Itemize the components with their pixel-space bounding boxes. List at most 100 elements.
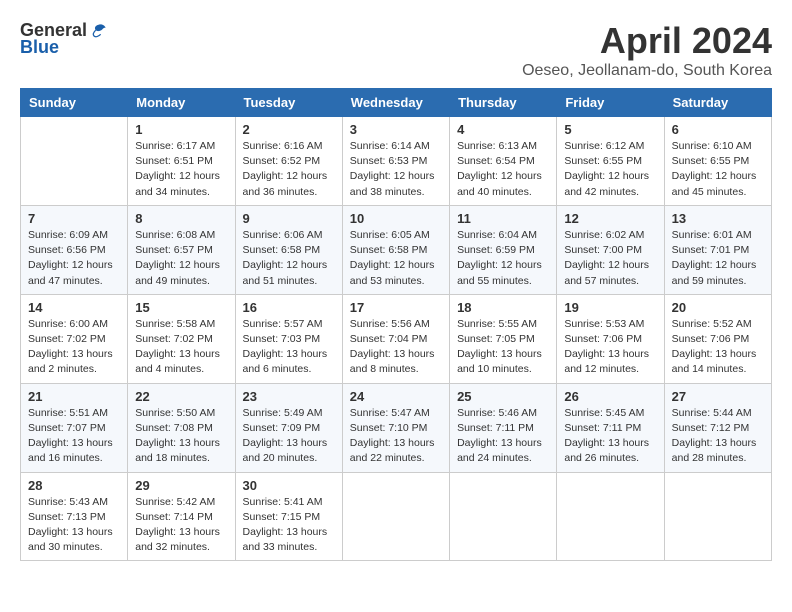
day-info: Sunrise: 5:50 AM Sunset: 7:08 PM Dayligh… xyxy=(135,406,227,467)
day-info: Sunrise: 6:10 AM Sunset: 6:55 PM Dayligh… xyxy=(672,139,764,200)
day-number: 6 xyxy=(672,122,764,137)
day-number: 5 xyxy=(564,122,656,137)
calendar-cell: 10Sunrise: 6:05 AM Sunset: 6:58 PM Dayli… xyxy=(342,205,449,294)
calendar-cell: 18Sunrise: 5:55 AM Sunset: 7:05 PM Dayli… xyxy=(450,294,557,383)
calendar-cell: 23 Sunrise: 5:49 AM Sunset: 7:09 PM Dayli… xyxy=(235,383,342,472)
day-number: 26 xyxy=(564,389,656,404)
calendar-cell: 1Sunrise: 6:17 AM Sunset: 6:51 PM Daylig… xyxy=(128,117,235,206)
calendar-cell: 14 Sunrise: 6:00 AM Sunset: 7:02 PM Dayli… xyxy=(21,294,128,383)
day-info: Sunrise: 5:55 AM Sunset: 7:05 PM Dayligh… xyxy=(457,317,549,378)
day-number: 28 xyxy=(28,478,120,493)
calendar-week-row: 7 Sunrise: 6:09 AM Sunset: 6:56 PM Daylig… xyxy=(21,205,772,294)
calendar-cell: 12 Sunrise: 6:02 AM Sunset: 7:00 PM Dayli… xyxy=(557,205,664,294)
logo-blue-text: Blue xyxy=(20,37,59,58)
logo-bird-icon xyxy=(89,21,109,41)
day-number: 19 xyxy=(564,300,656,315)
day-number: 2 xyxy=(243,122,335,137)
day-info: Sunrise: 5:46 AM Sunset: 7:11 PM Dayligh… xyxy=(457,406,549,467)
calendar-week-row: 21 Sunrise: 5:51 AM Sunset: 7:07 PM Dayli… xyxy=(21,383,772,472)
day-number: 25 xyxy=(457,389,549,404)
calendar-cell: 19 Sunrise: 5:53 AM Sunset: 7:06 PM Dayli… xyxy=(557,294,664,383)
calendar-cell: 11 Sunrise: 6:04 AM Sunset: 6:59 PM Dayli… xyxy=(450,205,557,294)
header-day-sunday: Sunday xyxy=(21,89,128,117)
calendar-cell: 8Sunrise: 6:08 AM Sunset: 6:57 PM Daylig… xyxy=(128,205,235,294)
day-number: 9 xyxy=(243,211,335,226)
day-number: 14 xyxy=(28,300,120,315)
day-number: 17 xyxy=(350,300,442,315)
day-info: Sunrise: 5:49 AM Sunset: 7:09 PM Dayligh… xyxy=(243,406,335,467)
header-day-tuesday: Tuesday xyxy=(235,89,342,117)
day-info: Sunrise: 6:16 AM Sunset: 6:52 PM Dayligh… xyxy=(243,139,335,200)
day-number: 12 xyxy=(564,211,656,226)
calendar-cell xyxy=(450,472,557,561)
calendar-cell: 4Sunrise: 6:13 AM Sunset: 6:54 PM Daylig… xyxy=(450,117,557,206)
day-number: 4 xyxy=(457,122,549,137)
day-info: Sunrise: 6:08 AM Sunset: 6:57 PM Dayligh… xyxy=(135,228,227,289)
day-info: Sunrise: 6:14 AM Sunset: 6:53 PM Dayligh… xyxy=(350,139,442,200)
day-info: Sunrise: 5:47 AM Sunset: 7:10 PM Dayligh… xyxy=(350,406,442,467)
day-info: Sunrise: 6:05 AM Sunset: 6:58 PM Dayligh… xyxy=(350,228,442,289)
logo: General Blue xyxy=(20,20,109,58)
calendar-cell: 22Sunrise: 5:50 AM Sunset: 7:08 PM Dayli… xyxy=(128,383,235,472)
calendar-cell: 6 Sunrise: 6:10 AM Sunset: 6:55 PM Daylig… xyxy=(664,117,771,206)
header-day-thursday: Thursday xyxy=(450,89,557,117)
day-info: Sunrise: 6:01 AM Sunset: 7:01 PM Dayligh… xyxy=(672,228,764,289)
calendar-cell: 30 Sunrise: 5:41 AM Sunset: 7:15 PM Dayli… xyxy=(235,472,342,561)
header-day-saturday: Saturday xyxy=(664,89,771,117)
day-info: Sunrise: 6:09 AM Sunset: 6:56 PM Dayligh… xyxy=(28,228,120,289)
day-info: Sunrise: 5:45 AM Sunset: 7:11 PM Dayligh… xyxy=(564,406,656,467)
day-number: 20 xyxy=(672,300,764,315)
day-number: 7 xyxy=(28,211,120,226)
day-info: Sunrise: 5:43 AM Sunset: 7:13 PM Dayligh… xyxy=(28,495,120,556)
calendar-cell: 24 Sunrise: 5:47 AM Sunset: 7:10 PM Dayli… xyxy=(342,383,449,472)
calendar-cell: 2 Sunrise: 6:16 AM Sunset: 6:52 PM Daylig… xyxy=(235,117,342,206)
calendar-cell xyxy=(21,117,128,206)
calendar-cell xyxy=(664,472,771,561)
header-day-monday: Monday xyxy=(128,89,235,117)
calendar-cell: 17 Sunrise: 5:56 AM Sunset: 7:04 PM Dayli… xyxy=(342,294,449,383)
day-number: 11 xyxy=(457,211,549,226)
day-number: 29 xyxy=(135,478,227,493)
day-info: Sunrise: 5:57 AM Sunset: 7:03 PM Dayligh… xyxy=(243,317,335,378)
day-number: 13 xyxy=(672,211,764,226)
calendar-cell: 13 Sunrise: 6:01 AM Sunset: 7:01 PM Dayli… xyxy=(664,205,771,294)
day-number: 23 xyxy=(243,389,335,404)
calendar-cell: 25 Sunrise: 5:46 AM Sunset: 7:11 PM Dayli… xyxy=(450,383,557,472)
day-info: Sunrise: 5:58 AM Sunset: 7:02 PM Dayligh… xyxy=(135,317,227,378)
day-info: Sunrise: 5:42 AM Sunset: 7:14 PM Dayligh… xyxy=(135,495,227,556)
calendar-cell: 9Sunrise: 6:06 AM Sunset: 6:58 PM Daylig… xyxy=(235,205,342,294)
day-info: Sunrise: 6:00 AM Sunset: 7:02 PM Dayligh… xyxy=(28,317,120,378)
calendar-week-row: 14 Sunrise: 6:00 AM Sunset: 7:02 PM Dayli… xyxy=(21,294,772,383)
month-title: April 2024 xyxy=(522,20,772,62)
day-number: 30 xyxy=(243,478,335,493)
day-info: Sunrise: 5:51 AM Sunset: 7:07 PM Dayligh… xyxy=(28,406,120,467)
day-info: Sunrise: 6:02 AM Sunset: 7:00 PM Dayligh… xyxy=(564,228,656,289)
day-info: Sunrise: 6:12 AM Sunset: 6:55 PM Dayligh… xyxy=(564,139,656,200)
calendar-cell: 27 Sunrise: 5:44 AM Sunset: 7:12 PM Dayli… xyxy=(664,383,771,472)
day-info: Sunrise: 5:56 AM Sunset: 7:04 PM Dayligh… xyxy=(350,317,442,378)
calendar-cell: 26 Sunrise: 5:45 AM Sunset: 7:11 PM Dayli… xyxy=(557,383,664,472)
day-info: Sunrise: 6:04 AM Sunset: 6:59 PM Dayligh… xyxy=(457,228,549,289)
day-info: Sunrise: 5:41 AM Sunset: 7:15 PM Dayligh… xyxy=(243,495,335,556)
day-number: 21 xyxy=(28,389,120,404)
calendar-week-row: 1Sunrise: 6:17 AM Sunset: 6:51 PM Daylig… xyxy=(21,117,772,206)
day-info: Sunrise: 6:17 AM Sunset: 6:51 PM Dayligh… xyxy=(135,139,227,200)
day-number: 27 xyxy=(672,389,764,404)
day-info: Sunrise: 5:53 AM Sunset: 7:06 PM Dayligh… xyxy=(564,317,656,378)
calendar-cell xyxy=(557,472,664,561)
calendar-cell: 20Sunrise: 5:52 AM Sunset: 7:06 PM Dayli… xyxy=(664,294,771,383)
calendar-header-row: SundayMondayTuesdayWednesdayThursdayFrid… xyxy=(21,89,772,117)
day-info: Sunrise: 5:44 AM Sunset: 7:12 PM Dayligh… xyxy=(672,406,764,467)
calendar-table: SundayMondayTuesdayWednesdayThursdayFrid… xyxy=(20,88,772,561)
day-number: 24 xyxy=(350,389,442,404)
location-subtitle: Oeseo, Jeollanam-do, South Korea xyxy=(522,62,772,80)
header-day-friday: Friday xyxy=(557,89,664,117)
calendar-cell: 3Sunrise: 6:14 AM Sunset: 6:53 PM Daylig… xyxy=(342,117,449,206)
calendar-cell: 5 Sunrise: 6:12 AM Sunset: 6:55 PM Daylig… xyxy=(557,117,664,206)
calendar-week-row: 28 Sunrise: 5:43 AM Sunset: 7:13 PM Dayli… xyxy=(21,472,772,561)
title-section: April 2024 Oeseo, Jeollanam-do, South Ko… xyxy=(522,20,772,80)
header-day-wednesday: Wednesday xyxy=(342,89,449,117)
calendar-cell: 28 Sunrise: 5:43 AM Sunset: 7:13 PM Dayli… xyxy=(21,472,128,561)
page-header: General Blue April 2024 Oeseo, Jeollanam… xyxy=(20,20,772,80)
calendar-cell: 21 Sunrise: 5:51 AM Sunset: 7:07 PM Dayli… xyxy=(21,383,128,472)
